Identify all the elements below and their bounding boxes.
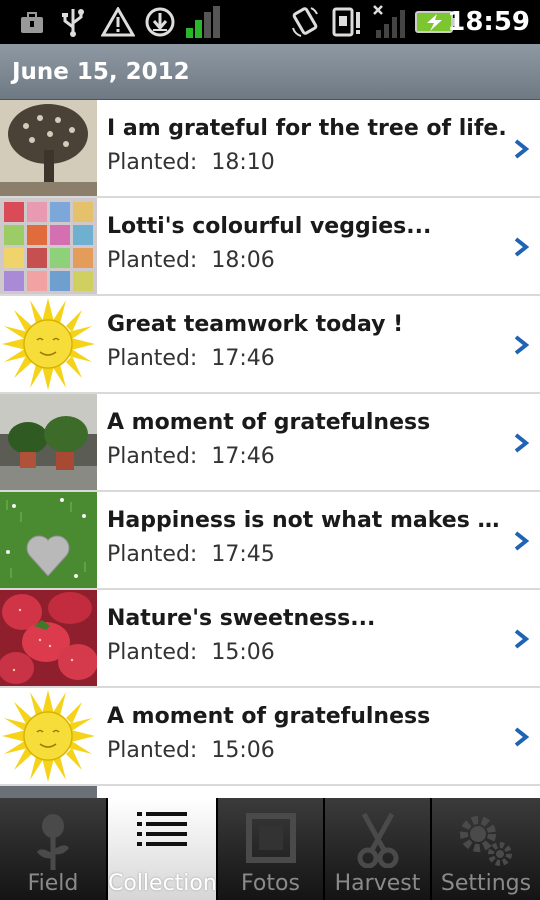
briefcase-icon bbox=[18, 4, 46, 40]
tab-settings[interactable]: Settings bbox=[432, 798, 540, 900]
entry-planted: Planted: 17:46 bbox=[107, 346, 275, 371]
rotate-icon bbox=[288, 4, 324, 40]
tab-label: Harvest bbox=[334, 871, 421, 896]
download-icon bbox=[142, 4, 178, 40]
list-item[interactable]: A moment of gratefulness Planted: 17:46 bbox=[0, 394, 540, 492]
gears-icon bbox=[460, 816, 512, 866]
strawberries-image bbox=[0, 590, 97, 686]
tab-label: Fotos bbox=[241, 871, 300, 896]
planted-label: Planted: bbox=[107, 738, 198, 763]
signal-bars-icon bbox=[184, 4, 224, 40]
entry-title: Happiness is not what makes us g... bbox=[107, 508, 507, 533]
date-header: June 15, 2012 bbox=[0, 44, 540, 100]
list-item[interactable]: Great teamwork today ! Planted: 17:46 bbox=[0, 296, 540, 394]
status-bar: 18:59 bbox=[0, 0, 540, 44]
entry-planted: Planted: 17:45 bbox=[107, 542, 275, 567]
planted-time: 17:46 bbox=[211, 346, 275, 371]
planted-time: 15:06 bbox=[211, 738, 275, 763]
planted-label: Planted: bbox=[107, 150, 198, 175]
entry-title: A moment of gratefulness bbox=[107, 704, 431, 729]
planted-label: Planted: bbox=[107, 444, 198, 469]
list-item[interactable]: Lotti's colourful veggies... Planted: 18… bbox=[0, 198, 540, 296]
planted-label: Planted: bbox=[107, 248, 198, 273]
photo-frame-icon bbox=[245, 813, 296, 863]
chevron-right-icon bbox=[514, 433, 530, 453]
bottom-tab-bar: Field Collection Fotos Harvest Settings bbox=[0, 798, 540, 900]
veggies-image bbox=[0, 198, 97, 294]
stone-heart-grass-image bbox=[0, 492, 97, 588]
chevron-right-icon bbox=[514, 237, 530, 257]
thumbnail-image bbox=[0, 786, 97, 798]
entry-title: I am grateful for the tree of life. bbox=[107, 116, 507, 141]
entry-title: Great teamwork today ! bbox=[107, 312, 404, 337]
chevron-right-icon bbox=[514, 531, 530, 551]
chevron-right-icon bbox=[514, 139, 530, 159]
sun-image bbox=[0, 296, 97, 392]
list-item[interactable] bbox=[0, 786, 540, 798]
planted-time: 18:06 bbox=[211, 248, 275, 273]
collection-list[interactable]: I am grateful for the tree of life. Plan… bbox=[0, 100, 540, 798]
tab-label: Collection bbox=[108, 871, 217, 896]
planted-time: 18:10 bbox=[211, 150, 275, 175]
tab-field[interactable]: Field bbox=[0, 798, 108, 900]
list-item[interactable]: Happiness is not what makes us g... Plan… bbox=[0, 492, 540, 590]
list-item[interactable]: A moment of gratefulness Planted: 15:06 bbox=[0, 688, 540, 786]
tab-label: Field bbox=[27, 871, 79, 896]
sprout-icon bbox=[37, 814, 69, 870]
scissors-icon bbox=[357, 812, 398, 868]
planted-label: Planted: bbox=[107, 346, 198, 371]
clock: 18:59 bbox=[447, 7, 530, 37]
planted-time: 17:46 bbox=[211, 444, 275, 469]
entry-planted: Planted: 17:46 bbox=[107, 444, 275, 469]
tab-label: Settings bbox=[440, 871, 532, 896]
entry-planted: Planted: 15:06 bbox=[107, 738, 275, 763]
date-label: June 15, 2012 bbox=[12, 59, 190, 85]
no-signal-icon bbox=[372, 4, 408, 40]
warning-icon bbox=[100, 4, 136, 40]
sim-alert-icon bbox=[330, 4, 366, 40]
entry-planted: Planted: 18:10 bbox=[107, 150, 275, 175]
tree-image bbox=[0, 100, 97, 196]
planted-time: 15:06 bbox=[211, 640, 275, 665]
sun-image bbox=[0, 688, 97, 784]
usb-icon bbox=[58, 4, 88, 40]
planted-time: 17:45 bbox=[211, 542, 275, 567]
entry-planted: Planted: 15:06 bbox=[107, 640, 275, 665]
tab-fotos[interactable]: Fotos bbox=[218, 798, 325, 900]
chevron-right-icon bbox=[514, 335, 530, 355]
list-item[interactable]: Nature's sweetness... Planted: 15:06 bbox=[0, 590, 540, 688]
chevron-right-icon bbox=[514, 629, 530, 649]
planted-label: Planted: bbox=[107, 542, 198, 567]
list-item[interactable]: I am grateful for the tree of life. Plan… bbox=[0, 100, 540, 198]
tab-harvest[interactable]: Harvest bbox=[325, 798, 432, 900]
chevron-right-icon bbox=[514, 727, 530, 747]
entry-title: Lotti's colourful veggies... bbox=[107, 214, 432, 239]
entry-planted: Planted: 18:06 bbox=[107, 248, 275, 273]
list-icon bbox=[137, 812, 187, 846]
entry-title: A moment of gratefulness bbox=[107, 410, 431, 435]
plant-pots-image bbox=[0, 394, 97, 490]
planted-label: Planted: bbox=[107, 640, 198, 665]
entry-title: Nature's sweetness... bbox=[107, 606, 376, 631]
tab-collection[interactable]: Collection bbox=[108, 798, 218, 900]
